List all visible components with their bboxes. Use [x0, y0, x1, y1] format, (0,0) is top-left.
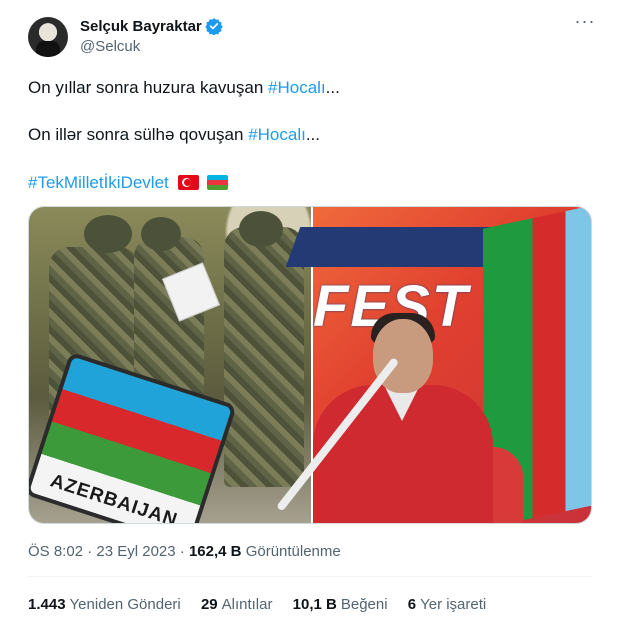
patch-text: AZERBAIJAN — [47, 470, 181, 524]
media-photo-flag-bearer[interactable]: FEST — [276, 207, 591, 523]
author-name[interactable]: Selçuk Bayraktar — [80, 18, 202, 35]
stat-reposts[interactable]: 1.443 Yeniden Gönderi — [28, 596, 181, 613]
stat-label: Yer işareti — [420, 596, 487, 613]
more-options-icon[interactable]: ··· — [574, 12, 596, 36]
tweet: Selçuk Bayraktar @Selcuk ··· On yıllar s… — [0, 0, 620, 628]
stat-count: 1.443 — [28, 596, 66, 613]
tweet-text-suffix: ... — [305, 125, 320, 144]
meta-separator: · — [83, 543, 97, 560]
tweet-meta: ÖS 8:02 · 23 Eyl 2023 · 162,4 B Görüntül… — [28, 543, 341, 560]
stat-label: Beğeni — [340, 596, 388, 613]
tweet-text-line-1: On yıllar sonra huzura kavuşan #Hocalı..… — [28, 78, 340, 98]
tweet-text: On yıllar sonra huzura kavuşan — [28, 78, 269, 97]
author-handle[interactable]: @Selcuk — [80, 38, 140, 55]
stat-count: 6 — [407, 596, 417, 613]
tweet-time[interactable]: ÖS 8:02 — [28, 543, 83, 560]
views-count: 162,4 B — [188, 543, 242, 560]
helmet — [84, 215, 132, 253]
tweet-text-line-3: #TekMilletİkiDevlet — [28, 173, 229, 193]
stat-quotes[interactable]: 29 Alıntılar — [201, 596, 273, 613]
banner-shape — [285, 227, 511, 267]
azerbaijan-flag-icon — [207, 175, 229, 190]
engagement-stats: 1.443 Yeniden Gönderi 29 Alıntılar 10,1 BB… — [28, 596, 502, 613]
tweet-media[interactable]: AZERBAIJAN FEST — [28, 206, 592, 524]
hashtag-link[interactable]: #Hocalı — [268, 78, 326, 97]
views-label: Görüntülenme — [245, 543, 341, 560]
stat-count: 10,1 B — [292, 596, 337, 613]
helmet — [239, 211, 283, 247]
helmet — [141, 217, 181, 251]
stat-count: 29 — [200, 596, 218, 613]
tweet-text-line-2: On illər sonra sülhə qovuşan #Hocalı... — [28, 125, 320, 145]
hashtag-link[interactable]: #Hocalı — [248, 125, 306, 144]
media-photo-soldiers[interactable]: AZERBAIJAN — [29, 207, 311, 524]
divider — [28, 576, 592, 577]
turkey-flag-icon — [177, 175, 199, 190]
tweet-text: On illər sonra sülhə qovuşan — [28, 125, 249, 144]
tweet-text-suffix: ... — [325, 78, 340, 97]
avatar-figure — [36, 41, 60, 57]
verified-badge-icon — [205, 18, 223, 35]
meta-separator: · — [175, 543, 189, 560]
stat-likes[interactable]: 10,1 B Beğeni — [293, 596, 388, 613]
stat-label: Yeniden Gönderi — [69, 596, 181, 613]
avatar[interactable] — [28, 17, 68, 57]
stat-label: Alıntılar — [221, 596, 273, 613]
tweet-date[interactable]: 23 Eyl 2023 — [96, 543, 175, 560]
hashtag-link[interactable]: #TekMilletİkiDevlet — [28, 173, 169, 192]
stat-bookmarks[interactable]: 6 Yer işareti — [408, 596, 487, 613]
